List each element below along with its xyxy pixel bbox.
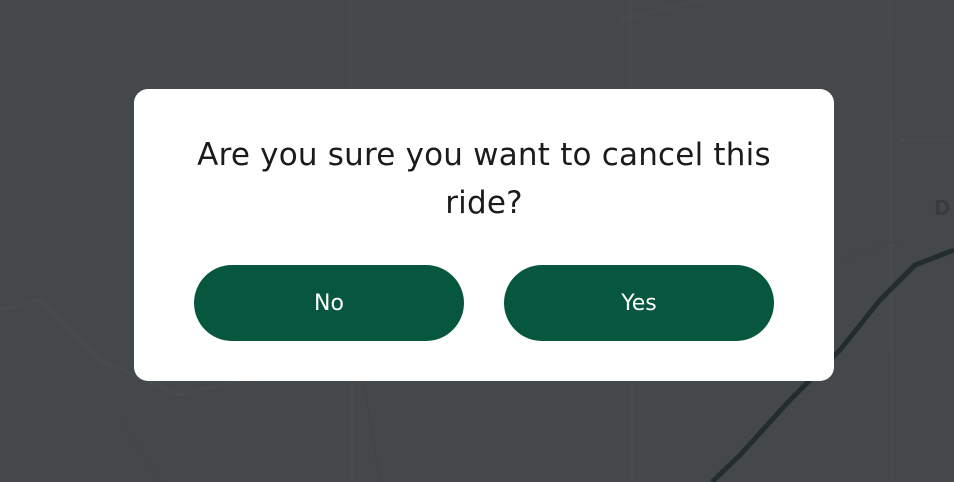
yes-button[interactable]: Yes (504, 265, 774, 341)
dialog-message: Are you sure you want to cancel this rid… (197, 137, 771, 221)
no-button[interactable]: No (194, 265, 464, 341)
cancel-ride-dialog: Are you sure you want to cancel this rid… (134, 89, 834, 381)
app-screen: D Are you sure you want to cancel this r… (0, 0, 954, 482)
